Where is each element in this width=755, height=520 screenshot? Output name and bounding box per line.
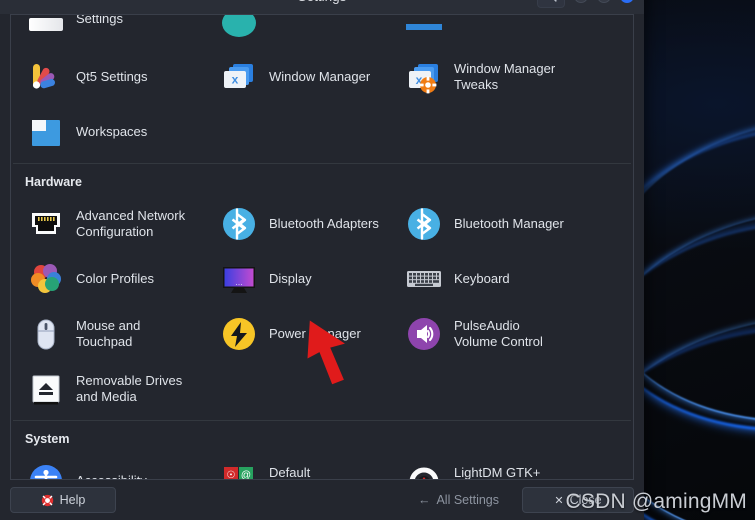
list-item[interactable]: [403, 15, 633, 45]
list-item-label: Window Manager Tweaks: [454, 60, 556, 92]
svg-text:...: ...: [235, 277, 243, 287]
list-item-label: LightDM GTK+ Greeter settings: [454, 464, 541, 479]
list-item-label: Power Manager: [269, 325, 361, 341]
list-item-accessibility[interactable]: Accessibility: [25, 453, 218, 479]
list-item[interactable]: [218, 15, 403, 45]
list-item-label: Mouse and Touchpad: [76, 317, 141, 349]
list-item-keyboard[interactable]: Keyboard: [403, 251, 633, 306]
close-x-icon: ✕: [554, 494, 564, 507]
minimize-button[interactable]: [574, 0, 588, 3]
list-item-bluetooth-adapters[interactable]: Bluetooth Adapters: [218, 196, 403, 251]
settings-panel[interactable]: Settings Qt5 Settings x Window Manager x…: [10, 14, 634, 480]
list-item-label: PulseAudio Volume Control: [454, 317, 543, 349]
list-item-label: Workspaces: [76, 123, 148, 139]
keyboard-icon: [403, 258, 445, 300]
close-settings-button[interactable]: ✕ Close: [522, 487, 634, 513]
qt5-settings-icon: [25, 56, 67, 98]
accessibility-icon: [25, 460, 67, 479]
search-icon: [553, 0, 557, 2]
close-button[interactable]: [620, 0, 634, 3]
back-arrow-icon: ←: [417, 493, 431, 507]
list-item-label: Bluetooth Adapters: [269, 215, 379, 231]
search-button[interactable]: [537, 0, 565, 8]
all-settings-button[interactable]: ← All Settings: [403, 487, 514, 513]
svg-text:@: @: [241, 470, 251, 480]
list-item-label: Qt5 Settings: [76, 68, 148, 84]
list-item[interactable]: Settings: [25, 15, 218, 45]
list-item-power-manager[interactable]: Power Manager: [218, 306, 403, 361]
list-item-mouse-and-touchpad[interactable]: Mouse and Touchpad: [25, 306, 218, 361]
list-item-default-applications[interactable]: ☉ @ Default Applications: [218, 453, 403, 479]
list-item-label: Accessibility: [76, 473, 147, 479]
list-item-color-profiles[interactable]: Color Profiles: [25, 251, 218, 306]
help-button-label: Help: [59, 493, 86, 507]
svg-text:x: x: [232, 72, 239, 86]
hardware-grid: Advanced Network Configuration Bluetooth…: [11, 196, 633, 420]
list-item-label: Color Profiles: [76, 270, 155, 286]
workspaces-icon: [25, 111, 67, 153]
list-item-removable-drives-and-media[interactable]: Removable Drives and Media: [25, 361, 218, 416]
window-bottom-bar: Help ← All Settings ✕ Close: [0, 480, 644, 520]
list-item-advanced-network-configuration[interactable]: Advanced Network Configuration: [25, 196, 218, 251]
lifebuoy-icon: [41, 494, 53, 506]
all-settings-label: All Settings: [436, 493, 499, 507]
window-title: Settings: [298, 0, 347, 4]
section-title-hardware: Hardware: [25, 175, 82, 189]
list-item-workspaces[interactable]: Workspaces: [25, 104, 218, 159]
list-item-window-manager[interactable]: x Window Manager: [218, 49, 403, 104]
list-item-window-manager-tweaks[interactable]: x Window Manager Tweaks: [403, 49, 633, 104]
window-manager-icon: x: [218, 56, 260, 98]
bluetooth-icon: [218, 203, 260, 245]
maximize-button[interactable]: [597, 0, 611, 3]
list-item-pulseaudio-volume-control[interactable]: PulseAudio Volume Control: [403, 306, 633, 361]
speaker-icon: [403, 313, 445, 355]
blue-bar-icon: [403, 23, 445, 37]
list-item-lightdm-gtk-greeter-settings[interactable]: LightDM GTK+ Greeter settings: [403, 453, 633, 479]
section-title-system: System: [25, 432, 70, 446]
list-item-label: Settings: [76, 15, 123, 26]
settings-window: Settings Settings: [0, 0, 644, 520]
list-item-qt5-settings[interactable]: Qt5 Settings: [25, 49, 218, 104]
window-titlebar[interactable]: Settings: [0, 0, 644, 14]
list-item-label: Keyboard: [454, 270, 510, 286]
list-item-label: Display: [269, 270, 312, 286]
cutoff-row-grid: Settings: [11, 15, 633, 49]
help-button[interactable]: Help: [10, 487, 116, 513]
lightdm-greeter-icon: [403, 460, 445, 479]
list-item-label: Bluetooth Manager: [454, 215, 564, 231]
list-item-label: Removable Drives and Media: [76, 372, 183, 404]
color-profiles-icon: [25, 258, 67, 300]
window-manager-tweaks-icon: x: [403, 56, 445, 98]
default-applications-icon: ☉ @: [218, 460, 260, 480]
display-monitor-icon: ...: [218, 258, 260, 300]
teal-circle-icon: [218, 15, 260, 37]
list-item-label: Window Manager: [269, 68, 371, 84]
titlebar-controls: [537, 0, 634, 14]
list-item-label: Advanced Network Configuration: [76, 207, 186, 239]
bluetooth-icon: [403, 203, 445, 245]
close-button-label: Close: [569, 493, 602, 507]
top-rows-grid: Qt5 Settings x Window Manager x Window M…: [11, 49, 633, 163]
list-item-bluetooth-manager[interactable]: Bluetooth Manager: [403, 196, 633, 251]
network-port-icon: [25, 203, 67, 245]
mouse-icon: [25, 313, 67, 355]
power-bolt-icon: [218, 313, 260, 355]
svg-text:☉: ☉: [227, 470, 236, 480]
eject-drive-icon: [25, 368, 67, 410]
settings-editor-icon: [25, 17, 67, 31]
list-item-display[interactable]: ... Display: [218, 251, 403, 306]
settings-scroll-area[interactable]: Settings Qt5 Settings x Window Manager x…: [11, 15, 633, 479]
system-grid: Accessibility ☉ @: [11, 453, 633, 479]
list-item-label: Default Applications: [269, 464, 311, 479]
